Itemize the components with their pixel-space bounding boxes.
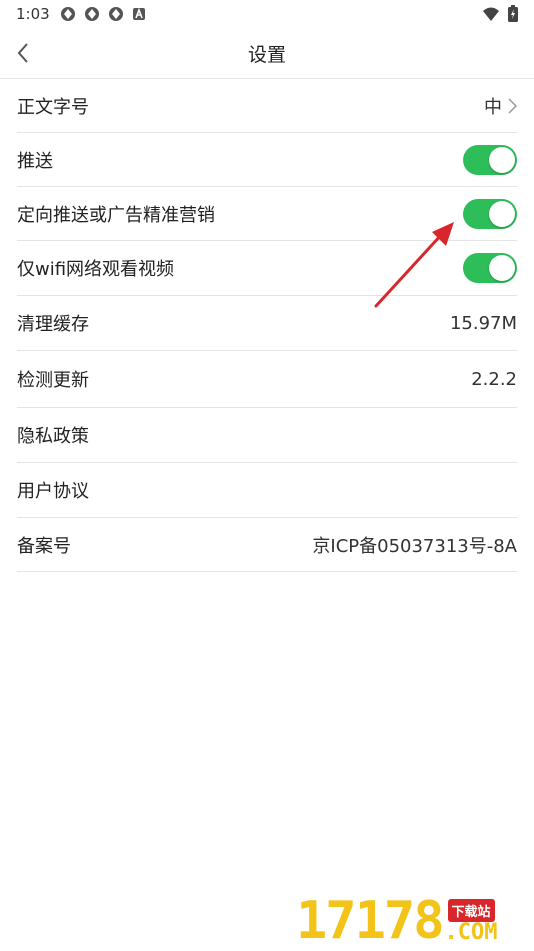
watermark-logo: 17178 下载站 .COM — [296, 891, 526, 951]
watermark-digits: 17178 — [296, 891, 445, 951]
status-right-icons — [482, 5, 518, 22]
font-size-current: 中 — [484, 96, 502, 118]
app-notification-icon — [109, 7, 123, 21]
annotation-arrow-icon — [374, 222, 454, 308]
version-value: 2.2.2 — [471, 368, 517, 390]
icp-value: 京ICP备05037313号-8A — [312, 535, 517, 557]
setting-label: 检测更新 — [17, 370, 89, 391]
setting-label: 清理缓存 — [17, 314, 89, 335]
status-time: 1:03 — [16, 5, 50, 23]
setting-check-update[interactable]: 检测更新 2.2.2 — [17, 351, 517, 408]
setting-icp: 备案号 京ICP备05037313号-8A — [17, 518, 517, 572]
title-bar: 设置 — [0, 28, 534, 79]
cache-size-value: 15.97M — [449, 312, 517, 334]
toggle-knob — [489, 255, 515, 281]
targeted-push-toggle[interactable] — [463, 198, 517, 229]
setting-label: 仅wifi网络观看视频 — [17, 259, 175, 280]
setting-label: 定向推送或广告精准营销 — [17, 204, 215, 226]
toggle-knob — [489, 146, 515, 173]
setting-label: 推送 — [17, 150, 53, 172]
a-badge-icon — [133, 7, 145, 20]
notification-icons — [60, 6, 146, 22]
setting-user-agreement[interactable]: 用户协议 — [17, 463, 517, 518]
setting-push: 推送 — [17, 133, 517, 187]
app-notification-icon — [61, 7, 75, 21]
setting-font-size[interactable]: 正文字号 中 — [17, 79, 517, 133]
wifi-icon — [483, 7, 499, 21]
page-title: 设置 — [247, 44, 286, 66]
setting-label: 隐私政策 — [17, 426, 89, 447]
setting-label: 备案号 — [17, 535, 71, 557]
setting-privacy-policy[interactable]: 隐私政策 — [17, 408, 517, 463]
watermark-com: .COM — [444, 920, 498, 945]
setting-label: 用户协议 — [17, 481, 89, 502]
watermark-badge: 下载站 — [447, 899, 495, 922]
setting-label: 正文字号 — [17, 96, 89, 118]
toggle-knob — [489, 200, 515, 227]
app-notification-icon — [85, 7, 99, 21]
chevron-right-icon — [508, 97, 517, 114]
watermark-side: 下载站 .COM — [445, 899, 498, 944]
battery-icon — [508, 5, 518, 22]
wifi-only-toggle[interactable] — [463, 253, 517, 283]
push-toggle[interactable] — [463, 144, 517, 175]
settings-list: 正文字号 中 推送 定向推送或广告精准营销 仅wifi网络观看视频 清理缓存 1… — [17, 79, 517, 572]
font-size-value: 中 — [484, 93, 517, 119]
status-bar: 1:03 — [0, 0, 534, 28]
